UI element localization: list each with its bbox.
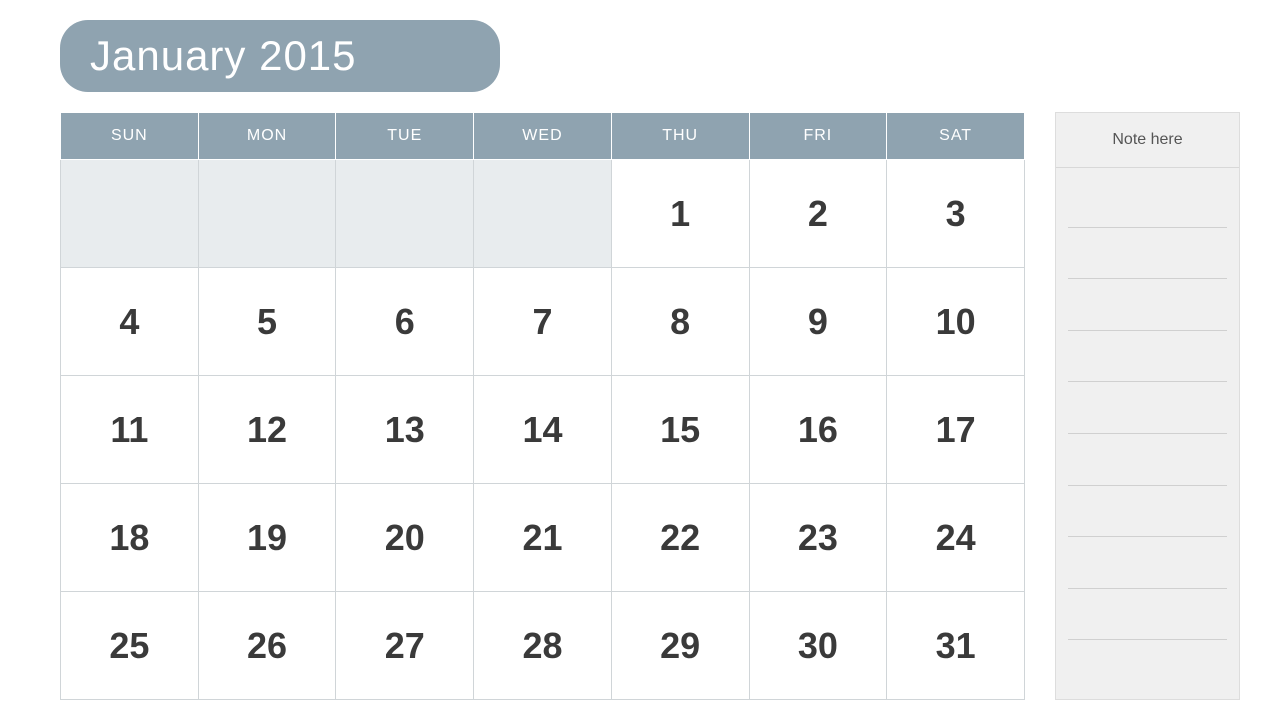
calendar-day-15: 15 [611,376,749,484]
calendar-day-18: 18 [61,484,199,592]
note-line-5[interactable] [1068,382,1227,434]
calendar-day-25: 25 [61,592,199,700]
calendar-day-24: 24 [887,484,1025,592]
calendar-day-30: 30 [749,592,887,700]
note-line-2[interactable] [1068,228,1227,280]
header-tue: TUE [336,113,474,160]
calendar-day-22: 22 [611,484,749,592]
calendar-week-4: 18192021222324 [61,484,1025,592]
calendar-day-7: 7 [474,268,612,376]
calendar-day-26: 26 [198,592,336,700]
header-sat: SAT [887,113,1025,160]
calendar-day-12: 12 [198,376,336,484]
calendar-day-2: 2 [749,160,887,268]
header-thu: THU [611,113,749,160]
calendar-day-14: 14 [474,376,612,484]
calendar-week-2: 45678910 [61,268,1025,376]
header-fri: FRI [749,113,887,160]
calendar-day-5: 5 [198,268,336,376]
header-row: SUN MON TUE WED THU FRI SAT [61,113,1025,160]
calendar-day-23: 23 [749,484,887,592]
header-wed: WED [474,113,612,160]
header-sun: SUN [61,113,199,160]
calendar-container: SUN MON TUE WED THU FRI SAT 123456789101… [60,112,1025,700]
month-title: January 2015 [90,32,357,79]
calendar-week-1: 123 [61,160,1025,268]
calendar-day-10: 10 [887,268,1025,376]
main-area: SUN MON TUE WED THU FRI SAT 123456789101… [60,112,1240,700]
page-wrapper: January 2015 SUN MON TUE WED THU FRI SAT [0,0,1280,720]
calendar-day-3: 3 [887,160,1025,268]
header-mon: MON [198,113,336,160]
calendar-week-3: 11121314151617 [61,376,1025,484]
calendar-day-20: 20 [336,484,474,592]
calendar-empty-0-3 [474,160,612,268]
calendar-day-31: 31 [887,592,1025,700]
calendar-empty-0-0 [61,160,199,268]
calendar-week-5: 25262728293031 [61,592,1025,700]
month-title-badge: January 2015 [60,20,500,92]
note-line-6[interactable] [1068,434,1227,486]
calendar-day-29: 29 [611,592,749,700]
note-line-8[interactable] [1068,537,1227,589]
calendar-empty-0-1 [198,160,336,268]
note-panel: Note here [1055,112,1240,700]
note-line-3[interactable] [1068,279,1227,331]
calendar-day-1: 1 [611,160,749,268]
calendar-day-6: 6 [336,268,474,376]
note-header: Note here [1056,113,1239,168]
calendar-day-16: 16 [749,376,887,484]
calendar-table: SUN MON TUE WED THU FRI SAT 123456789101… [60,112,1025,700]
calendar-day-4: 4 [61,268,199,376]
calendar-day-17: 17 [887,376,1025,484]
note-line-1[interactable] [1068,176,1227,228]
note-line-4[interactable] [1068,331,1227,383]
calendar-day-8: 8 [611,268,749,376]
calendar-empty-0-2 [336,160,474,268]
calendar-day-11: 11 [61,376,199,484]
note-lines [1056,168,1239,699]
calendar-day-19: 19 [198,484,336,592]
calendar-day-27: 27 [336,592,474,700]
calendar-day-9: 9 [749,268,887,376]
calendar-day-21: 21 [474,484,612,592]
calendar-day-13: 13 [336,376,474,484]
calendar-day-28: 28 [474,592,612,700]
note-line-9[interactable] [1068,589,1227,641]
note-line-7[interactable] [1068,486,1227,538]
note-line-10[interactable] [1068,640,1227,691]
